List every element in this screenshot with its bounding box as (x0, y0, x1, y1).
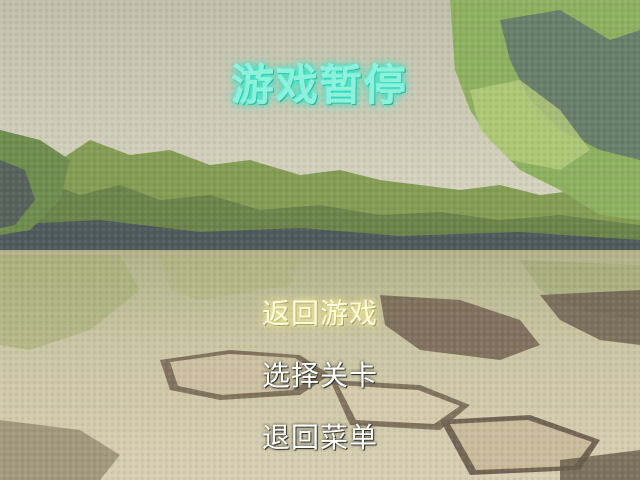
return-to-menu-button[interactable]: 退回菜单 (262, 414, 378, 476)
pause-title: 游戏暂停 (231, 61, 408, 110)
select-level-button[interactable]: 选择关卡 (262, 352, 378, 414)
pause-menu: 返回游戏 选择关卡 退回菜单 (0, 290, 640, 476)
resume-game-button[interactable]: 返回游戏 (262, 290, 378, 352)
